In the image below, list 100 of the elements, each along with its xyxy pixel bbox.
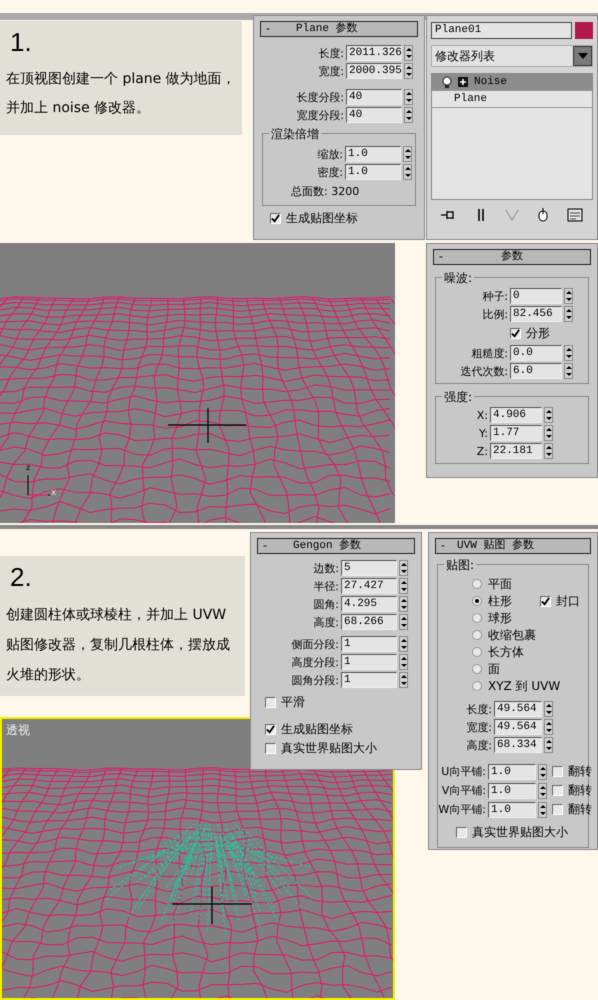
radio-button[interactable] [472,596,482,606]
radio-label: XYZ 到 UVW [488,678,560,694]
checkbox[interactable] [552,785,563,796]
field-label: V向平铺: [440,783,486,798]
checkbox[interactable] [510,328,521,339]
rollout-header[interactable]: - Gengon 参数 [257,538,415,554]
number-field[interactable]: 68.266 [341,614,397,630]
number-field[interactable]: 22.181 [490,443,542,459]
spinner-button[interactable] [399,596,408,612]
rollout-header[interactable]: - 参数 [433,249,591,265]
spinner-button[interactable] [564,306,573,322]
radio-button[interactable] [472,681,482,691]
number-field[interactable]: 5 [341,560,397,576]
number-field[interactable]: 0 [510,288,562,304]
checkbox[interactable] [265,743,276,754]
checkbox[interactable] [552,804,563,815]
checkbox[interactable] [265,697,276,708]
spinner-button[interactable] [544,719,553,735]
radio-button[interactable] [472,630,482,640]
field-label: 长度: [317,46,344,60]
radio-button[interactable] [472,579,482,589]
spinner-button[interactable] [538,764,547,780]
number-field[interactable]: 1.0 [345,146,401,162]
number-field[interactable]: 1.0 [488,782,536,798]
spinner-button[interactable] [399,636,408,652]
number-field[interactable]: 82.456 [510,306,562,322]
radio-button[interactable] [472,647,482,657]
rollout-header[interactable]: - UVW 贴图 参数 [435,538,591,554]
field-label: X: [476,408,488,422]
number-field[interactable]: 40 [346,107,402,123]
number-field[interactable]: 4.906 [490,407,542,423]
step-number: 2. [10,562,33,592]
expand-icon [458,77,468,87]
spinner-button[interactable] [403,146,412,162]
radio-button[interactable] [472,664,482,674]
field-label: 种子: [481,288,508,304]
spinner-button[interactable] [399,560,408,576]
spinner-button[interactable] [404,63,413,79]
rollout-header[interactable]: - Plane 参数 [260,21,418,37]
field-label: W向平铺: [437,802,486,817]
checkbox[interactable] [456,827,467,838]
spinner-button[interactable] [564,288,573,304]
checkbox[interactable] [270,213,281,224]
radio-button[interactable] [472,613,482,623]
field-label: 密度: [316,164,343,180]
radio-label: 收缩包裹 [488,626,536,644]
number-field[interactable]: 2011.326 [346,45,402,61]
stack-item[interactable]: Plane [432,91,592,108]
spinner-button[interactable] [399,654,408,670]
spinner-button[interactable] [544,407,553,423]
object-name-field[interactable]: Plane01 [431,22,572,39]
spinner-button[interactable] [538,802,547,818]
crosshair-icon [171,886,253,925]
color-swatch[interactable] [575,22,593,39]
spinner-button[interactable] [544,443,553,459]
number-field[interactable]: 1 [341,636,397,652]
spinner-button[interactable] [538,782,547,798]
number-field[interactable]: 1.77 [490,425,542,441]
modifier-list-dropdown[interactable]: 修改器列表 [431,45,593,67]
field-label: 比例: [481,306,508,322]
number-field[interactable]: 1 [341,672,397,688]
spinner-button[interactable] [564,345,573,361]
number-field[interactable]: 68.334 [494,737,542,753]
checkbox[interactable] [552,766,563,777]
bars-icon[interactable] [476,208,486,222]
field-label: 高度: [465,738,492,752]
number-field[interactable]: 0.0 [510,345,562,361]
field-label: Y: [478,426,488,440]
checkbox[interactable] [540,596,551,606]
checkbox[interactable] [265,724,276,735]
spinner-button[interactable] [404,45,413,61]
number-field[interactable]: 1.0 [345,164,401,180]
number-field[interactable]: 2000.395 [346,63,402,79]
number-field[interactable]: 49.564 [494,701,542,717]
group-title: 渲染倍增 [269,126,321,143]
spinner-button[interactable] [404,107,413,123]
spinner-button[interactable] [399,672,408,688]
number-field[interactable]: 49.564 [494,719,542,735]
configure-icon[interactable] [567,208,584,222]
number-field[interactable]: 6.0 [510,363,562,379]
checkbox-label: 真实世界贴图大小 [281,740,377,757]
spinner-button[interactable] [399,614,408,630]
number-field[interactable]: 1 [341,654,397,670]
mouse-icon[interactable] [538,208,548,222]
spinner-button[interactable] [399,578,408,594]
number-field[interactable]: 1.0 [488,802,536,818]
spinner-button[interactable] [544,425,553,441]
viewport-label: 透视 [6,722,30,739]
number-field[interactable]: 40 [346,89,402,105]
lightbulb-icon [442,76,452,88]
spinner-button[interactable] [564,363,573,379]
spinner-button[interactable] [403,164,412,180]
number-field[interactable]: 4.295 [341,596,397,612]
number-field[interactable]: 27.427 [341,578,397,594]
spinner-button[interactable] [544,737,553,753]
spinner-button[interactable] [544,701,553,717]
stack-item[interactable]: Noise [432,74,592,91]
number-field[interactable]: 1.0 [488,764,536,780]
spinner-button[interactable] [404,89,413,105]
radio-label: 面 [488,660,500,678]
